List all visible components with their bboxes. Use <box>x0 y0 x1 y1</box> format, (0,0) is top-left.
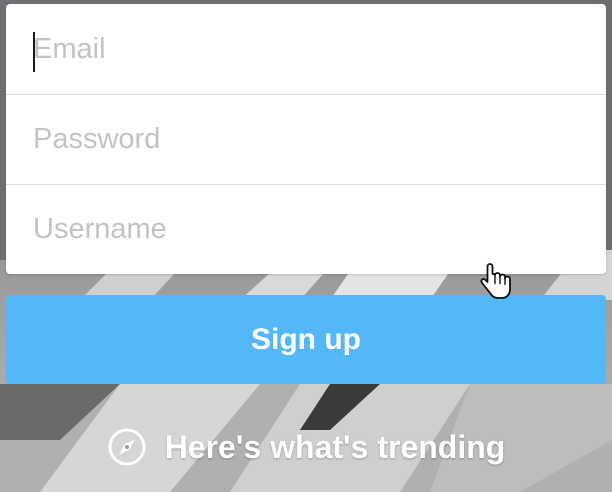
username-input[interactable] <box>6 185 606 274</box>
password-field-row <box>6 94 606 184</box>
password-input[interactable] <box>6 95 606 184</box>
trending-link[interactable]: Here's what's trending <box>0 420 612 474</box>
email-input[interactable] <box>6 4 606 94</box>
username-field-row <box>6 184 606 274</box>
sign-up-button[interactable]: Sign up <box>6 295 606 384</box>
hand-pointer-cursor-icon <box>480 263 511 299</box>
compass-icon <box>108 428 146 466</box>
email-field-row <box>6 4 606 94</box>
text-caret <box>33 32 35 72</box>
trending-link-label: Here's what's trending <box>164 428 506 465</box>
signup-form <box>6 4 606 274</box>
